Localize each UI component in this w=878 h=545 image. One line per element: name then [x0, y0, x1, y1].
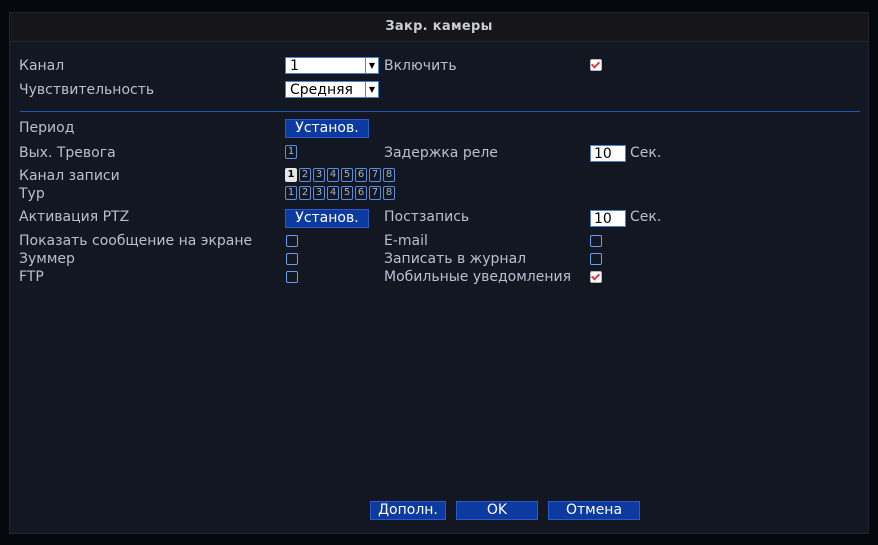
period-label: Период: [19, 120, 75, 136]
mobile-notify-label: Мобильные уведомления: [384, 269, 572, 285]
tour-label: Тур: [19, 186, 45, 202]
window-title: Закр. камеры: [385, 19, 493, 34]
write-log-label: Записать в журнал: [384, 251, 527, 267]
tour-channel-selector: 12345678: [285, 186, 395, 200]
enable-label: Включить: [384, 58, 457, 74]
sensitivity-label: Чувствительность: [19, 82, 155, 98]
buzzer-checkbox[interactable]: [286, 253, 298, 265]
tour-channel-1[interactable]: 1: [285, 186, 297, 200]
tour-channel-2[interactable]: 2: [299, 186, 311, 200]
tour-channel-3[interactable]: 3: [313, 186, 325, 200]
record-channel-2[interactable]: 2: [299, 168, 311, 182]
relay-delay-unit: Сек.: [630, 145, 662, 161]
post-record-unit: Сек.: [630, 209, 662, 225]
channel-label: Канал: [19, 58, 65, 74]
record-channel-3[interactable]: 3: [313, 168, 325, 182]
record-channel-6[interactable]: 6: [355, 168, 367, 182]
show-message-checkbox[interactable]: [286, 235, 298, 247]
chevron-down-icon[interactable]: ▼: [365, 82, 378, 97]
ok-button[interactable]: OK: [456, 501, 538, 520]
record-channel-5[interactable]: 5: [341, 168, 353, 182]
write-log-checkbox[interactable]: [590, 253, 602, 265]
tour-channel-7[interactable]: 7: [369, 186, 381, 200]
alarm-out-selector: 1: [285, 145, 297, 159]
ptz-set-button[interactable]: Установ.: [285, 209, 369, 228]
record-channel-4[interactable]: 4: [327, 168, 339, 182]
show-message-label: Показать сообщение на экране: [19, 233, 253, 249]
record-channel-selector: 12345678: [285, 168, 395, 182]
sensitivity-value: Средняя: [290, 82, 353, 98]
tour-channel-8[interactable]: 8: [383, 186, 395, 200]
sensitivity-select[interactable]: Средняя ▼: [285, 81, 379, 98]
tour-channel-5[interactable]: 5: [341, 186, 353, 200]
ftp-label: FTP: [19, 269, 44, 285]
record-channel-7[interactable]: 7: [369, 168, 381, 182]
cancel-button[interactable]: Отмена: [548, 501, 640, 520]
post-record-label: Постзапись: [384, 209, 470, 225]
period-set-button[interactable]: Установ.: [285, 119, 369, 138]
mobile-notify-checkbox[interactable]: [590, 271, 602, 283]
section-divider: [20, 111, 860, 112]
channel-select[interactable]: 1 ▼: [285, 57, 379, 74]
tour-channel-6[interactable]: 6: [355, 186, 367, 200]
channel-value: 1: [290, 58, 299, 74]
advanced-button[interactable]: Дополн.: [370, 501, 446, 520]
relay-delay-input[interactable]: 10: [590, 145, 626, 162]
buzzer-label: Зуммер: [19, 251, 75, 267]
relay-delay-label: Задержка реле: [384, 145, 498, 161]
email-label: E-mail: [384, 233, 428, 249]
email-checkbox[interactable]: [590, 235, 602, 247]
record-channel-8[interactable]: 8: [383, 168, 395, 182]
ftp-checkbox[interactable]: [286, 271, 298, 283]
alarm-out-label: Вых. Тревога: [19, 145, 116, 161]
post-record-input[interactable]: 10: [590, 210, 626, 227]
record-channel-1[interactable]: 1: [285, 168, 297, 182]
title-bar: Закр. камеры: [10, 13, 868, 42]
record-channel-label: Канал записи: [19, 168, 120, 184]
enable-checkbox[interactable]: [590, 59, 602, 71]
motion-blind-window: Закр. камеры Канал 1 ▼ Включить Чувствит…: [9, 12, 869, 534]
tour-channel-4[interactable]: 4: [327, 186, 339, 200]
ptz-activation-label: Активация PTZ: [19, 209, 130, 225]
chevron-down-icon[interactable]: ▼: [365, 58, 378, 73]
alarm-out-channel-1[interactable]: 1: [285, 145, 297, 159]
